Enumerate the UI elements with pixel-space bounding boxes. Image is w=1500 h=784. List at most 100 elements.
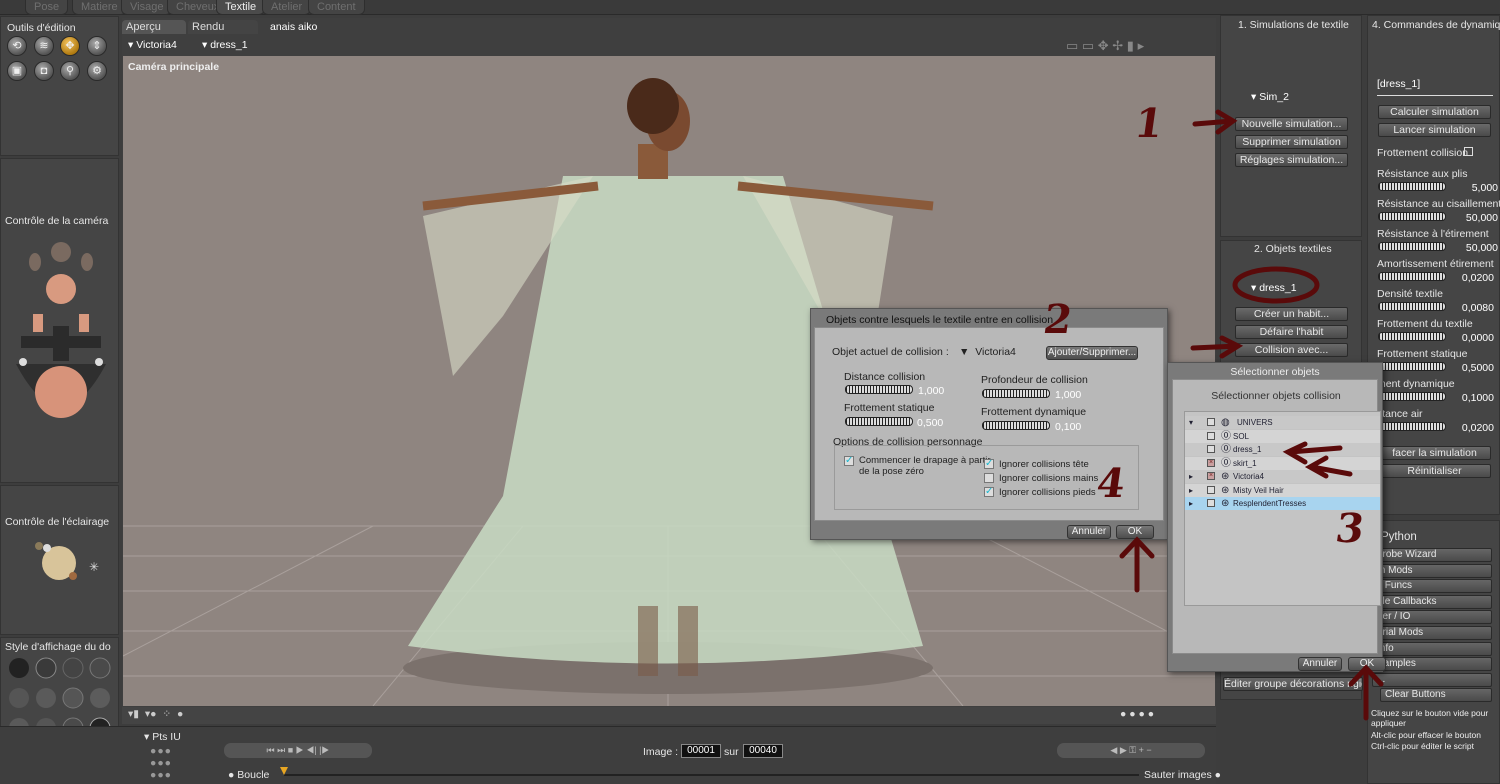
dynamic-friction-value[interactable]: 0,100 <box>1055 421 1081 433</box>
collision-ok-button[interactable]: OK <box>1116 525 1154 539</box>
collision-friction-checkbox[interactable] <box>1464 147 1473 156</box>
dyn-param-value[interactable]: 0,0000 <box>1454 332 1494 344</box>
dynamic-friction-dial[interactable] <box>982 421 1050 430</box>
tree-row[interactable]: ▸ ⊛ Misty Veil Hair <box>1185 483 1380 497</box>
current-collision-menu[interactable]: ▼ Victoria4 <box>959 346 1016 358</box>
select-ok-button[interactable]: OK <box>1348 657 1386 671</box>
ignore-feet-checkbox[interactable]: ✓ <box>984 487 994 497</box>
viewport-controls-icon[interactable]: ▭ ▭ ✥ ✢ ▮ ▸ <box>1066 38 1144 54</box>
memory-dots-icon[interactable]: ●●● ●●● ●●● <box>150 745 172 781</box>
preview-dots-icon[interactable]: ● ● ● ● <box>1120 708 1154 720</box>
figure-menu[interactable]: ▾ Victoria4 <box>128 39 177 51</box>
tab-visage[interactable]: Visage <box>121 0 173 15</box>
dyn-param-dial[interactable] <box>1378 302 1446 311</box>
translate-icon[interactable]: ✥ <box>60 36 80 56</box>
calculate-simulation-button[interactable]: Calculer simulation <box>1378 105 1491 119</box>
reset-button[interactable]: Réinitialiser <box>1378 464 1491 478</box>
loop-toggle[interactable]: ● Boucle <box>228 769 269 781</box>
tab-rendu[interactable]: Rendu <box>188 20 258 34</box>
skip-frames-toggle[interactable]: Sauter images ● <box>1144 769 1221 781</box>
expand-icon[interactable]: ▸ <box>1189 497 1193 510</box>
dyn-param-value[interactable]: 0,0200 <box>1454 272 1494 284</box>
cloth-object-menu[interactable]: ▾ dress_1 <box>1251 282 1297 294</box>
dyn-param-dial[interactable] <box>1378 272 1446 281</box>
tree-checkbox[interactable] <box>1207 445 1215 453</box>
scale-icon[interactable]: ▣ <box>7 61 27 81</box>
direct-manipulation-icon[interactable]: ⚙ <box>87 61 107 81</box>
current-frame-field[interactable]: 00001 <box>681 744 721 758</box>
tree-checkbox[interactable] <box>1207 418 1215 426</box>
tree-checkbox[interactable]: × <box>1207 472 1215 480</box>
dyn-param-value[interactable]: 5,000 <box>1458 182 1498 194</box>
tree-row[interactable]: ⓪ SOL <box>1185 429 1380 443</box>
python-button[interactable]: drobe Wizard <box>1372 548 1492 562</box>
expand-icon[interactable]: ▸ <box>1189 484 1193 497</box>
tab-matiere[interactable]: Matiere <box>72 0 127 15</box>
python-button[interactable]: ple Callbacks <box>1372 594 1492 609</box>
tree-row[interactable]: × ⓪ skirt_1 <box>1185 456 1380 470</box>
dyn-param-value[interactable]: 0,0200 <box>1454 422 1494 434</box>
select-cancel-button[interactable]: Annuler <box>1298 657 1342 671</box>
display-options-icon[interactable]: ▾▮ ▾● ⁘ ● <box>128 708 183 720</box>
total-frames-field[interactable]: 00040 <box>743 744 783 758</box>
tab-pose[interactable]: Pose <box>25 0 69 15</box>
dyn-param-dial[interactable] <box>1378 422 1446 431</box>
collision-depth-value[interactable]: 1,000 <box>1055 389 1081 401</box>
dyn-param-value[interactable]: 50,000 <box>1458 242 1498 254</box>
play-simulation-button[interactable]: Lancer simulation <box>1378 123 1491 137</box>
timeline-scrubber[interactable] <box>284 774 1139 776</box>
new-simulation-button[interactable]: Nouvelle simulation... <box>1235 117 1348 131</box>
clear-simulation-button[interactable]: facer la simulation <box>1378 446 1491 460</box>
dyn-param-value[interactable]: 50,000 <box>1458 212 1498 224</box>
camera-trackball-icon[interactable] <box>11 234 111 429</box>
delete-simulation-button[interactable]: Supprimer simulation <box>1235 135 1348 149</box>
tab-textile[interactable]: Textile <box>216 0 266 15</box>
tree-checkbox[interactable]: × <box>1207 458 1215 467</box>
keyframe-controls[interactable]: ◀ ▶ ⚿ + − <box>1057 743 1205 758</box>
collide-against-button[interactable]: Collision avec... <box>1235 343 1348 357</box>
tree-checkbox[interactable] <box>1207 485 1215 494</box>
python-button[interactable]: Info <box>1372 641 1492 656</box>
static-friction-dial[interactable] <box>845 417 913 426</box>
twist-icon[interactable]: ≋ <box>34 36 54 56</box>
uncloth-button[interactable]: Défaire l'habit <box>1235 325 1348 339</box>
python-button[interactable]: der / IO <box>1372 610 1492 625</box>
light-sphere-icon[interactable]: ✳ <box>31 538 106 588</box>
dyn-param-dial[interactable] <box>1378 212 1446 221</box>
create-cloth-button[interactable]: Créer un habit... <box>1235 307 1348 321</box>
dyn-param-dial[interactable] <box>1378 182 1446 191</box>
python-button[interactable]: Samples <box>1372 657 1492 672</box>
rotate-icon[interactable]: ⟲ <box>7 36 27 56</box>
tree-row[interactable]: ▾ ◍ UNIVERS <box>1185 416 1380 429</box>
tab-content[interactable]: Content <box>308 0 365 15</box>
collision-cancel-button[interactable]: Annuler <box>1067 525 1111 539</box>
expand-icon[interactable]: ▾ <box>1189 416 1193 429</box>
dyn-param-value[interactable]: 0,1000 <box>1454 392 1494 404</box>
collision-distance-value[interactable]: 1,000 <box>918 385 944 397</box>
static-friction-value[interactable]: 0,500 <box>917 417 943 429</box>
zoom-magnifier-icon[interactable]: ⚲ <box>60 61 80 81</box>
dyn-param-value[interactable]: 0,5000 <box>1454 362 1494 374</box>
python-button[interactable]: y Funcs <box>1372 579 1492 594</box>
simulation-menu[interactable]: ▾ Sim_2 <box>1251 91 1289 103</box>
ignore-head-checkbox[interactable]: ✓ <box>984 459 994 469</box>
simulation-settings-button[interactable]: Réglages simulation... <box>1235 153 1348 167</box>
zero-pose-checkbox[interactable]: ✓ <box>844 456 854 466</box>
tree-row[interactable]: ⓪ dress_1 <box>1185 443 1380 456</box>
dyn-param-dial[interactable] <box>1378 332 1446 341</box>
python-button[interactable]: ... <box>1372 672 1492 687</box>
expand-icon[interactable]: ▸ <box>1189 470 1193 483</box>
edit-rigid-decorations-button[interactable]: Éditer groupe décorations rigides... <box>1223 677 1363 691</box>
actor-menu[interactable]: ▾ dress_1 <box>202 39 248 51</box>
dyn-param-value[interactable]: 0,0080 <box>1454 302 1494 314</box>
dyn-param-dial[interactable] <box>1378 392 1446 401</box>
translate-in-out-icon[interactable]: ⇕ <box>87 36 107 56</box>
python-button[interactable]: Clear Buttons <box>1380 688 1492 703</box>
python-button[interactable]: m Mods <box>1372 563 1492 578</box>
dyn-param-dial[interactable] <box>1378 362 1446 371</box>
playback-controls[interactable]: ⏮ ⏭ ■ ▶ ◀| |▶ <box>224 743 372 758</box>
dyn-param-dial[interactable] <box>1378 242 1446 251</box>
tab-apercu[interactable]: Aperçu <box>122 20 186 34</box>
tree-row[interactable]: ▸ × ⊛ Victoria4 <box>1185 470 1380 483</box>
tab-atelier[interactable]: Atelier <box>262 0 312 15</box>
